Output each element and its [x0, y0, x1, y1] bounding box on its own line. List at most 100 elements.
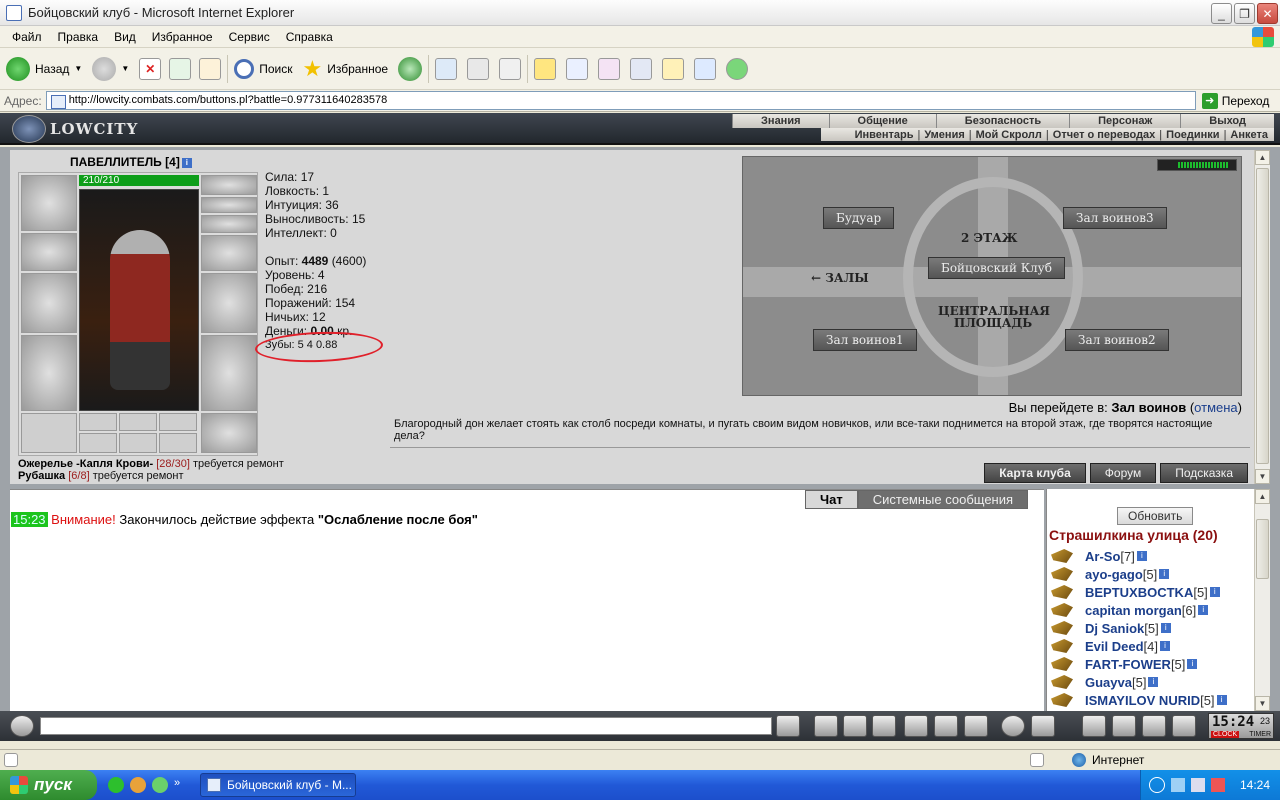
- scroll-slot-2[interactable]: [119, 433, 157, 453]
- top-panel-scrollbar[interactable]: ▲ ▼: [1254, 150, 1270, 484]
- close-button[interactable]: ✕: [1257, 3, 1278, 24]
- taskbar-item-ie[interactable]: Бойцовский клуб - М...: [200, 773, 356, 797]
- tray-collapse-icon[interactable]: [1149, 777, 1165, 793]
- chat-input[interactable]: [40, 717, 772, 735]
- smiley-icon[interactable]: [1001, 715, 1025, 737]
- nav-inventory[interactable]: Инвентарь: [851, 129, 918, 141]
- search-button[interactable]: Поиск: [234, 58, 293, 79]
- messenger-icon[interactable]: [598, 57, 621, 80]
- menu-file[interactable]: Файл: [4, 30, 50, 44]
- lock-icon[interactable]: [1142, 715, 1166, 737]
- info-icon[interactable]: i: [1159, 569, 1170, 579]
- boots-slot[interactable]: [201, 413, 257, 453]
- minimize-button[interactable]: _: [1211, 3, 1232, 24]
- scroll-thumb[interactable]: [1256, 519, 1269, 579]
- note-icon[interactable]: [534, 57, 557, 80]
- info-icon[interactable]: i: [1136, 551, 1147, 561]
- belt-slot[interactable]: [21, 413, 77, 453]
- map-icon[interactable]: [1112, 715, 1136, 737]
- pen-icon[interactable]: [566, 57, 589, 80]
- history-icon[interactable]: [398, 56, 423, 81]
- icq-icon[interactable]: [152, 777, 168, 793]
- menu-favorites[interactable]: Избранное: [144, 30, 221, 44]
- favorites-button[interactable]: ★ Избранное: [303, 56, 389, 82]
- list-item[interactable]: capitan morgan [6] i: [1051, 601, 1227, 619]
- alert-icon[interactable]: [872, 715, 896, 737]
- menu-help[interactable]: Справка: [278, 30, 341, 44]
- list-item[interactable]: ayo-gago [5] i: [1051, 565, 1227, 583]
- list-item[interactable]: Ar-So [7] i: [1051, 547, 1227, 565]
- scroll-up-icon[interactable]: ▲: [1255, 150, 1270, 165]
- filter-icon[interactable]: [843, 715, 867, 737]
- scroll-slot-3[interactable]: [159, 433, 197, 453]
- map-room-warriors3[interactable]: Зал воинов3: [1063, 207, 1167, 229]
- menu-tools[interactable]: Сервис: [221, 30, 278, 44]
- home-icon[interactable]: [199, 57, 222, 80]
- chat-log[interactable]: 15:23 Внимание! Закончилось действие эфф…: [10, 489, 1044, 711]
- character-avatar[interactable]: [79, 189, 199, 411]
- bag-icon[interactable]: [1082, 715, 1106, 737]
- nav-character[interactable]: Персонаж: [1069, 114, 1181, 128]
- nav-my-scroll[interactable]: Мой Скролл: [972, 129, 1046, 141]
- scroll-down-icon[interactable]: ▼: [1255, 469, 1270, 484]
- menu-view[interactable]: Вид: [106, 30, 144, 44]
- refresh-button[interactable]: Обновить: [1117, 507, 1194, 525]
- nav-battles[interactable]: Поединки: [1162, 129, 1223, 141]
- send-icon[interactable]: [776, 715, 800, 737]
- map-fight-club[interactable]: Бойцовский Клуб: [928, 257, 1065, 279]
- print-icon[interactable]: [467, 57, 490, 80]
- info-icon[interactable]: i: [1216, 695, 1227, 705]
- info-icon[interactable]: i: [1160, 641, 1170, 651]
- ring-slot-2[interactable]: [119, 413, 157, 431]
- nav-profile[interactable]: Анкета: [1226, 129, 1272, 141]
- list-item[interactable]: Evil Deed [4] i: [1051, 637, 1227, 655]
- scroll-slot-1[interactable]: [79, 433, 117, 453]
- map-room-boudoir[interactable]: Будуар: [823, 207, 895, 229]
- character-name[interactable]: ПАВЕЛЛИТЕЛЬ [4] i: [70, 155, 192, 169]
- split-icon[interactable]: [934, 715, 958, 737]
- info-icon[interactable]: i: [1148, 677, 1159, 687]
- helmet-slot[interactable]: [21, 175, 77, 231]
- rings-slot[interactable]: [201, 215, 257, 233]
- smiley-menu-icon[interactable]: [10, 715, 34, 737]
- gloves-slot[interactable]: [201, 235, 257, 271]
- exit-icon[interactable]: [1172, 715, 1196, 737]
- list-item[interactable]: Dj Saniok [5] i: [1051, 619, 1227, 637]
- back-dropdown-icon[interactable]: ▼: [74, 64, 82, 73]
- volume-icon[interactable]: [1191, 778, 1205, 792]
- start-button[interactable]: пуск: [0, 770, 97, 800]
- map-floor-2[interactable]: 2 ЭТАЖ: [961, 231, 1018, 245]
- quicklaunch-icon[interactable]: [130, 777, 146, 793]
- map-room-warriors1[interactable]: Зал воинов1: [813, 329, 917, 351]
- info-icon[interactable]: i: [1209, 587, 1220, 597]
- stop-icon[interactable]: ✕: [139, 57, 162, 80]
- forward-dropdown-icon[interactable]: ▼: [121, 64, 129, 73]
- nav-skills[interactable]: Умения: [920, 129, 968, 141]
- list-item[interactable]: BEPTUXBOCTKA [5] i: [1051, 583, 1227, 601]
- list-item[interactable]: FART-FOWER [5] i: [1051, 655, 1227, 673]
- nav-security[interactable]: Безопасность: [935, 114, 1070, 128]
- clear-icon[interactable]: [814, 715, 838, 737]
- scroll-down-icon[interactable]: ▼: [1255, 696, 1270, 711]
- map-room-warriors2[interactable]: Зал воинов2: [1065, 329, 1169, 351]
- armor-slot[interactable]: [21, 335, 77, 411]
- security-tray-icon[interactable]: [1211, 778, 1225, 792]
- forward-button[interactable]: ▼: [92, 56, 129, 81]
- back-button[interactable]: Назад ▼: [6, 56, 82, 81]
- forum-button[interactable]: Форум: [1089, 463, 1157, 483]
- weapon-slot[interactable]: [21, 273, 77, 333]
- go-button[interactable]: ➜ Переход: [1201, 92, 1269, 109]
- scroll-thumb[interactable]: [1256, 168, 1269, 464]
- scroll-up-icon[interactable]: ▲: [1255, 489, 1270, 504]
- info-icon[interactable]: i: [1187, 659, 1198, 669]
- map-halls[interactable]: ← ЗАЛЫ: [811, 271, 869, 285]
- sound-icon[interactable]: [964, 715, 988, 737]
- taskbar-clock[interactable]: 14:24: [1240, 778, 1270, 792]
- nav-communication[interactable]: Общение: [828, 114, 936, 128]
- online-scrollbar[interactable]: ▲ ▼: [1254, 489, 1270, 711]
- tab-system-messages[interactable]: Системные сообщения: [857, 490, 1029, 509]
- icq-icon[interactable]: [726, 57, 749, 80]
- cancel-link[interactable]: отмена: [1194, 400, 1237, 415]
- shield-slot[interactable]: [201, 273, 257, 333]
- tab-chat[interactable]: Чат: [805, 490, 858, 509]
